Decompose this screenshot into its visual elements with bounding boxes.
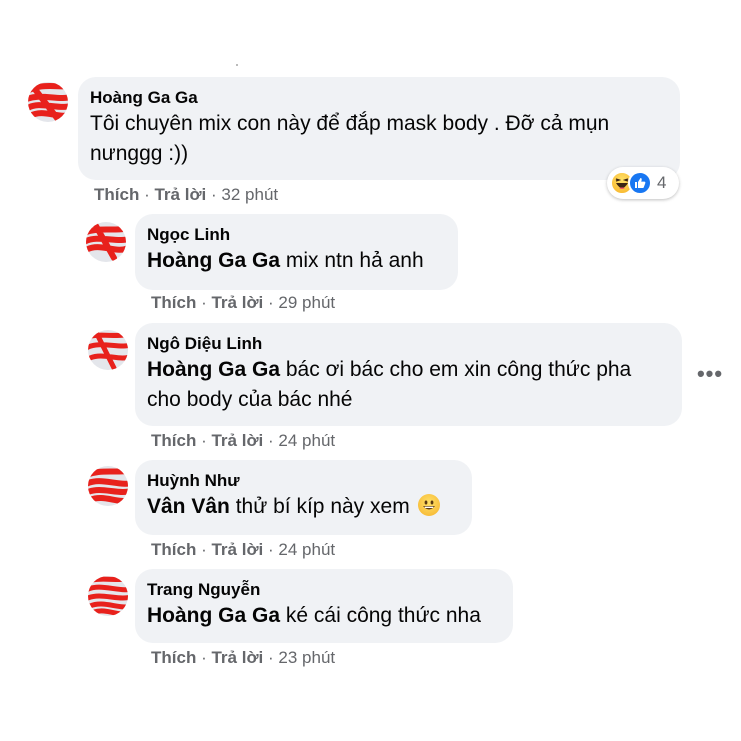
reaction-summary[interactable]: 4 xyxy=(607,167,679,199)
comment-author[interactable]: Hoàng Ga Ga xyxy=(90,87,668,109)
more-options-icon[interactable]: ••• xyxy=(692,360,728,388)
avatar[interactable] xyxy=(88,466,128,506)
comment-bubble: Ngọc Linh Hoàng Ga Ga mix ntn hả anh xyxy=(135,214,458,290)
redacted-avatar-scribble xyxy=(86,223,126,261)
comment-text: Hoàng Ga Ga ké cái công thức nha xyxy=(147,601,501,631)
comment-actions: Thích · Trả lời · 24 phút xyxy=(151,539,335,561)
comment-text: Vân Vân thử bí kíp này xem xyxy=(147,492,460,522)
comment-actions: Thích · Trả lời · 24 phút xyxy=(151,430,335,452)
comment-actions: Thích · Trả lời · 29 phút xyxy=(151,292,335,314)
mention-tag[interactable]: Hoàng Ga Ga xyxy=(147,358,280,381)
comment-body: mix ntn hả anh xyxy=(285,249,424,272)
comment-author[interactable]: Huỳnh Như xyxy=(147,470,460,492)
redacted-avatar-scribble xyxy=(28,83,68,122)
separator: · xyxy=(201,540,207,559)
comment-bubble: Hoàng Ga Ga Tôi chuyên mix con này để đắ… xyxy=(78,77,680,180)
avatar[interactable] xyxy=(86,222,126,262)
separator: · xyxy=(144,185,150,204)
comment-body: ké cái công thức nha xyxy=(285,604,481,627)
reply-button[interactable]: Trả lời xyxy=(211,293,263,312)
comment-bubble: Trang Nguyễn Hoàng Ga Ga ké cái công thứ… xyxy=(135,569,513,643)
comment-body: thử bí kíp này xem xyxy=(235,495,410,518)
comment-timestamp[interactable]: 24 phút xyxy=(278,431,335,450)
redacted-avatar-scribble xyxy=(88,468,128,504)
separator: · xyxy=(268,431,274,450)
reply-button[interactable]: Trả lời xyxy=(211,648,263,667)
comment-author[interactable]: Ngô Diệu Linh xyxy=(147,333,670,355)
separator: · xyxy=(268,293,274,312)
redacted-avatar-scribble xyxy=(88,330,128,370)
comment-actions: Thích · Trả lời · 23 phút xyxy=(151,647,335,669)
reply-button[interactable]: Trả lời xyxy=(211,540,263,559)
mention-tag[interactable]: Hoàng Ga Ga xyxy=(147,604,280,627)
like-button[interactable]: Thích xyxy=(94,185,139,204)
comment-actions: Thích · Trả lời · 32 phút xyxy=(94,184,278,206)
comment-timestamp[interactable]: 24 phút xyxy=(278,540,335,559)
separator: · xyxy=(201,293,207,312)
comment-bubble: Huỳnh Như Vân Vân thử bí kíp này xem xyxy=(135,460,472,535)
reply-button[interactable]: Trả lời xyxy=(154,185,206,204)
comment-text: Hoàng Ga Ga mix ntn hả anh xyxy=(147,246,446,276)
separator: · xyxy=(268,540,274,559)
reply-button[interactable]: Trả lời xyxy=(211,431,263,450)
comment-timestamp[interactable]: 32 phút xyxy=(221,185,278,204)
avatar[interactable] xyxy=(28,82,68,122)
avatar[interactable] xyxy=(88,330,128,370)
avatar[interactable] xyxy=(88,576,128,616)
like-button[interactable]: Thích xyxy=(151,648,196,667)
like-button[interactable]: Thích xyxy=(151,431,196,450)
grinning-face-icon xyxy=(417,494,440,516)
reaction-count: 4 xyxy=(657,173,667,192)
separator: · xyxy=(201,431,207,450)
comment-bubble: Ngô Diệu Linh Hoàng Ga Ga bác ơi bác cho… xyxy=(135,323,682,426)
redacted-avatar-scribble xyxy=(88,576,128,616)
like-icon xyxy=(628,171,652,195)
mention-tag[interactable]: Vân Vân xyxy=(147,495,230,518)
separator: · xyxy=(201,648,207,667)
mention-tag[interactable]: Hoàng Ga Ga xyxy=(147,249,280,272)
comment-author[interactable]: Trang Nguyễn xyxy=(147,579,501,601)
comment-text: Tôi chuyên mix con này để đắp mask body … xyxy=(90,112,610,165)
separator: · xyxy=(268,648,274,667)
like-button[interactable]: Thích xyxy=(151,293,196,312)
separator: · xyxy=(211,185,217,204)
comment-author[interactable]: Ngọc Linh xyxy=(147,224,446,246)
comment-text: Hoàng Ga Ga bác ơi bác cho em xin công t… xyxy=(147,355,670,415)
stray-dot xyxy=(236,64,238,66)
comment-timestamp[interactable]: 29 phút xyxy=(278,293,335,312)
like-button[interactable]: Thích xyxy=(151,540,196,559)
comment-timestamp[interactable]: 23 phút xyxy=(278,648,335,667)
